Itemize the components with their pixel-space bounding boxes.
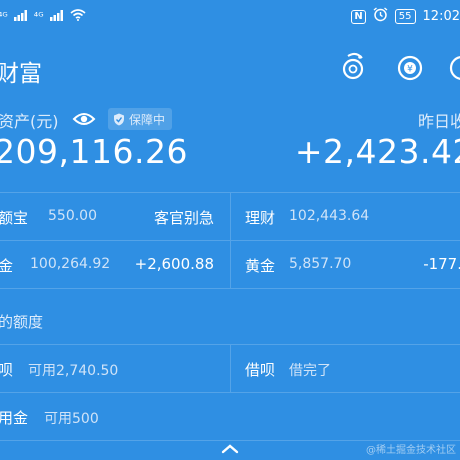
nfc-icon: N (351, 9, 366, 24)
wealth-panel: 额宝 550.00 客官别急 理财 102,443.64 金 100,264.9… (0, 192, 460, 460)
jiebei-cell[interactable]: 借呗 借完了 (231, 345, 460, 393)
coin-icon[interactable]: ¥ (392, 48, 428, 84)
watermark: @稀土掘金技术社区 (366, 445, 456, 456)
total-assets-value: 209,116.26 (0, 132, 188, 171)
yuebao-label: 额宝 (0, 209, 29, 227)
gold-extra: -177. (423, 255, 460, 273)
yuebao-cell[interactable]: 额宝 550.00 客官别急 (0, 193, 230, 241)
yuebao-value: 550.00 (48, 208, 97, 224)
alarm-icon (373, 7, 388, 26)
status-left: ⁴ᴳ ⁴ᴳ (0, 9, 86, 24)
fund-extra: +2,600.88 (134, 255, 214, 273)
limits-header: 的额度 (0, 313, 44, 331)
jiebei-label: 借呗 (245, 361, 276, 379)
jiebei-value: 借完了 (289, 363, 331, 379)
licai-cell[interactable]: 理财 102,443.64 (231, 193, 460, 241)
signal-bars-icon (13, 9, 28, 24)
row-huabei-jiebei: 呗 可用2,740.50 借呗 借完了 (0, 345, 460, 393)
chevron-up-icon[interactable] (220, 440, 240, 454)
shield-icon (114, 113, 124, 125)
signal-icon: ⁴ᴳ (0, 10, 8, 23)
row-credit: 用金 可用500 (0, 393, 460, 441)
asset-row: 资产(元) 保障中 昨日收 (0, 108, 460, 132)
status-bar: ⁴ᴳ ⁴ᴳ N 55 12:02 (0, 0, 460, 34)
credit-cell[interactable]: 用金 可用500 (0, 393, 230, 441)
credit-label: 用金 (0, 409, 29, 427)
fund-cell[interactable]: 金 100,264.92 +2,600.88 (0, 241, 230, 289)
gold-label: 黄金 (245, 257, 276, 275)
fund-label: 金 (0, 257, 14, 275)
signal-icon-2: ⁴ᴳ (33, 10, 44, 23)
huabei-value: 可用2,740.50 (28, 363, 119, 379)
huabei-label: 呗 (0, 361, 14, 379)
credit-value: 可用500 (44, 411, 99, 427)
row-fund-gold: 金 100,264.92 +2,600.88 黄金 5,857.70 -177. (0, 241, 460, 289)
row-yuebao-licai: 额宝 550.00 客官别急 理财 102,443.64 (0, 193, 460, 241)
status-right: N 55 12:02 (351, 7, 460, 26)
yesterday-earnings-value: +2,423.42 (294, 132, 460, 171)
protect-badge-label: 保障中 (129, 112, 166, 127)
licai-value: 102,443.64 (289, 208, 370, 224)
more-icon[interactable] (444, 48, 460, 84)
planet-icon[interactable] (336, 48, 372, 84)
gold-cell[interactable]: 黄金 5,857.70 -177. (231, 241, 460, 289)
svg-text:¥: ¥ (407, 65, 413, 75)
eye-icon[interactable] (72, 110, 96, 128)
battery-icon: 55 (394, 9, 416, 24)
wifi-icon (70, 9, 86, 24)
status-time: 12:02 (422, 9, 460, 24)
yesterday-label: 昨日收 (417, 112, 460, 131)
header: 财富 ¥ (0, 44, 460, 90)
huabei-cell[interactable]: 呗 可用2,740.50 (0, 345, 230, 393)
signal-bars-icon-2 (49, 9, 64, 24)
licai-label: 理财 (245, 209, 276, 227)
fund-value: 100,264.92 (30, 256, 111, 272)
gold-value: 5,857.70 (289, 256, 352, 272)
protect-badge[interactable]: 保障中 (108, 108, 173, 130)
page-title: 财富 (0, 61, 42, 87)
limits-header-row: 的额度 (0, 297, 460, 345)
asset-label: 资产(元) (0, 112, 59, 131)
yuebao-extra: 客官别急 (153, 209, 214, 227)
